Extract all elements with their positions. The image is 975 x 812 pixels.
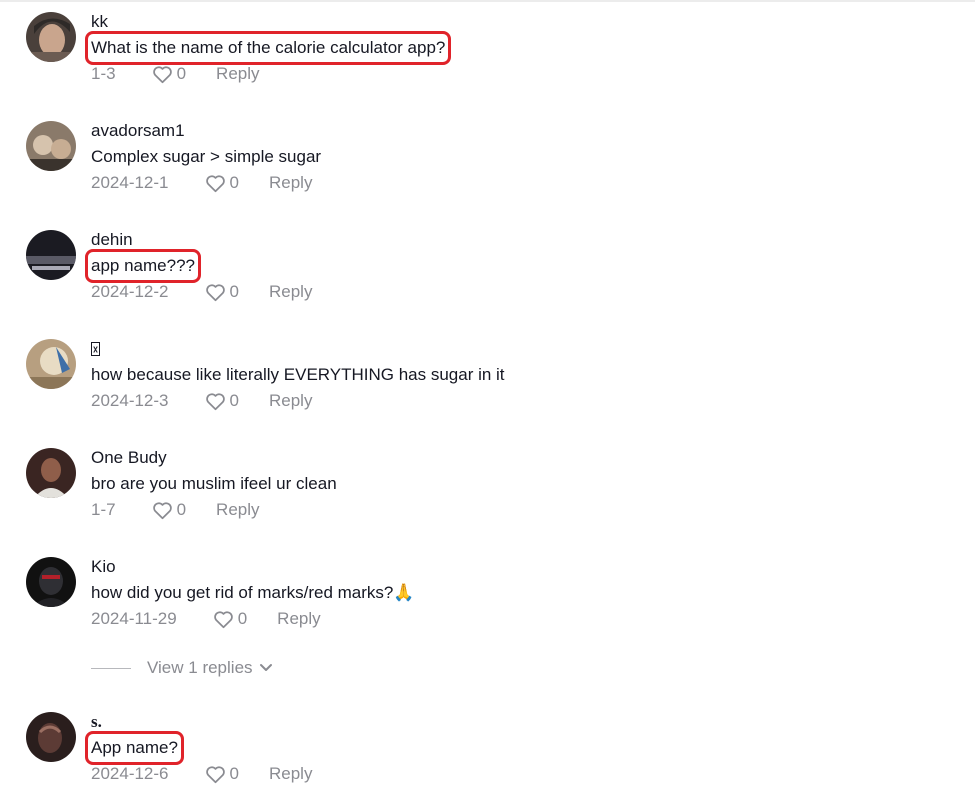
like-button[interactable]: 0 — [152, 500, 186, 520]
like-count: 0 — [176, 500, 187, 519]
reply-button[interactable]: Reply — [216, 500, 259, 520]
heart-outline-icon — [152, 501, 172, 519]
avatar[interactable] — [26, 557, 76, 607]
reply-button[interactable]: Reply — [277, 609, 320, 629]
comment-item: avadorsam1 Complex sugar > simple sugar … — [0, 109, 960, 192]
comment-date: 1-7 — [91, 500, 116, 519]
like-button[interactable]: 0 — [205, 391, 239, 411]
heart-outline-icon — [205, 283, 225, 301]
reply-button[interactable]: Reply — [216, 64, 259, 84]
comment-text: App name? — [85, 731, 184, 765]
comment-meta: 2024-12-6 0 Reply — [91, 763, 312, 785]
like-button[interactable]: 0 — [213, 609, 247, 629]
heart-outline-icon — [205, 392, 225, 410]
avatar[interactable] — [26, 12, 76, 62]
comment-text: What is the name of the calorie calculat… — [84, 31, 452, 65]
comment-text: bro are you muslim ifeel ur clean — [91, 474, 337, 493]
heart-outline-icon — [205, 174, 225, 192]
comment-username[interactable]: kk — [91, 12, 108, 32]
comment-username[interactable] — [91, 339, 100, 359]
comment-item: One Budy bro are you muslim ifeel ur cle… — [0, 436, 960, 519]
view-replies-button[interactable]: View 1 replies — [91, 658, 273, 678]
like-count: 0 — [237, 609, 248, 628]
reply-button[interactable]: Reply — [269, 282, 312, 302]
comment-item: Kio how did you get rid of marks/red mar… — [0, 545, 960, 628]
comment-text: app name??? — [85, 249, 201, 283]
reply-button[interactable]: Reply — [269, 173, 312, 193]
comment-username[interactable]: s. — [91, 712, 102, 732]
comment-meta: 2024-12-3 0 Reply — [91, 390, 312, 412]
avatar[interactable] — [26, 339, 76, 389]
view-replies-label: View 1 replies — [147, 658, 253, 677]
chevron-down-icon — [259, 663, 273, 673]
like-count: 0 — [176, 64, 187, 83]
heart-outline-icon — [205, 765, 225, 783]
comment-text: how because like literally EVERYTHING ha… — [91, 365, 505, 384]
comment-date: 1-3 — [91, 64, 116, 83]
comment-item: dehin app name??? 2024-12-2 0 Reply — [0, 218, 960, 301]
comment-date: 2024-11-29 — [91, 609, 177, 628]
comment-item: kk What is the name of the calorie calcu… — [0, 0, 960, 83]
comment-username[interactable]: One Budy — [91, 448, 167, 468]
reply-button[interactable]: Reply — [269, 764, 312, 784]
comment-meta: 2024-11-29 0 Reply — [91, 608, 321, 630]
comment-date: 2024-12-2 — [91, 282, 169, 301]
comment-meta: 1-3 0 Reply — [91, 63, 260, 85]
heart-outline-icon — [152, 65, 172, 83]
avatar[interactable] — [26, 712, 76, 762]
comment-meta: 1-7 0 Reply — [91, 499, 260, 521]
like-count: 0 — [229, 282, 239, 301]
avatar[interactable] — [26, 448, 76, 498]
like-button[interactable]: 0 — [205, 764, 239, 784]
like-button[interactable]: 0 — [205, 173, 239, 193]
like-count: 0 — [229, 173, 239, 192]
comment-text: how did you get rid of marks/red marks?🙏 — [91, 583, 415, 602]
avatar[interactable] — [26, 230, 76, 280]
like-button[interactable]: 0 — [152, 64, 186, 84]
comment-date: 2024-12-6 — [91, 764, 169, 783]
comment-item: how because like literally EVERYTHING ha… — [0, 327, 960, 410]
comment-username[interactable]: avadorsam1 — [91, 121, 185, 141]
like-count: 0 — [229, 764, 239, 783]
avatar[interactable] — [26, 121, 76, 171]
comment-date: 2024-12-3 — [91, 391, 169, 410]
comment-item: s. App name? 2024-12-6 0 Reply — [0, 700, 960, 783]
reply-button[interactable]: Reply — [269, 391, 312, 411]
comment-username[interactable]: Kio — [91, 557, 116, 577]
like-button[interactable]: 0 — [205, 282, 239, 302]
comment-username[interactable]: dehin — [91, 230, 133, 250]
comment-meta: 2024-12-1 0 Reply — [91, 172, 312, 194]
replies-divider — [91, 667, 131, 669]
like-count: 0 — [229, 391, 239, 410]
heart-outline-icon — [213, 610, 233, 628]
unrenderable-glyph-icon — [91, 342, 100, 356]
comment-text: Complex sugar > simple sugar — [91, 147, 322, 166]
comment-date: 2024-12-1 — [91, 173, 169, 192]
comment-meta: 2024-12-2 0 Reply — [91, 281, 312, 303]
